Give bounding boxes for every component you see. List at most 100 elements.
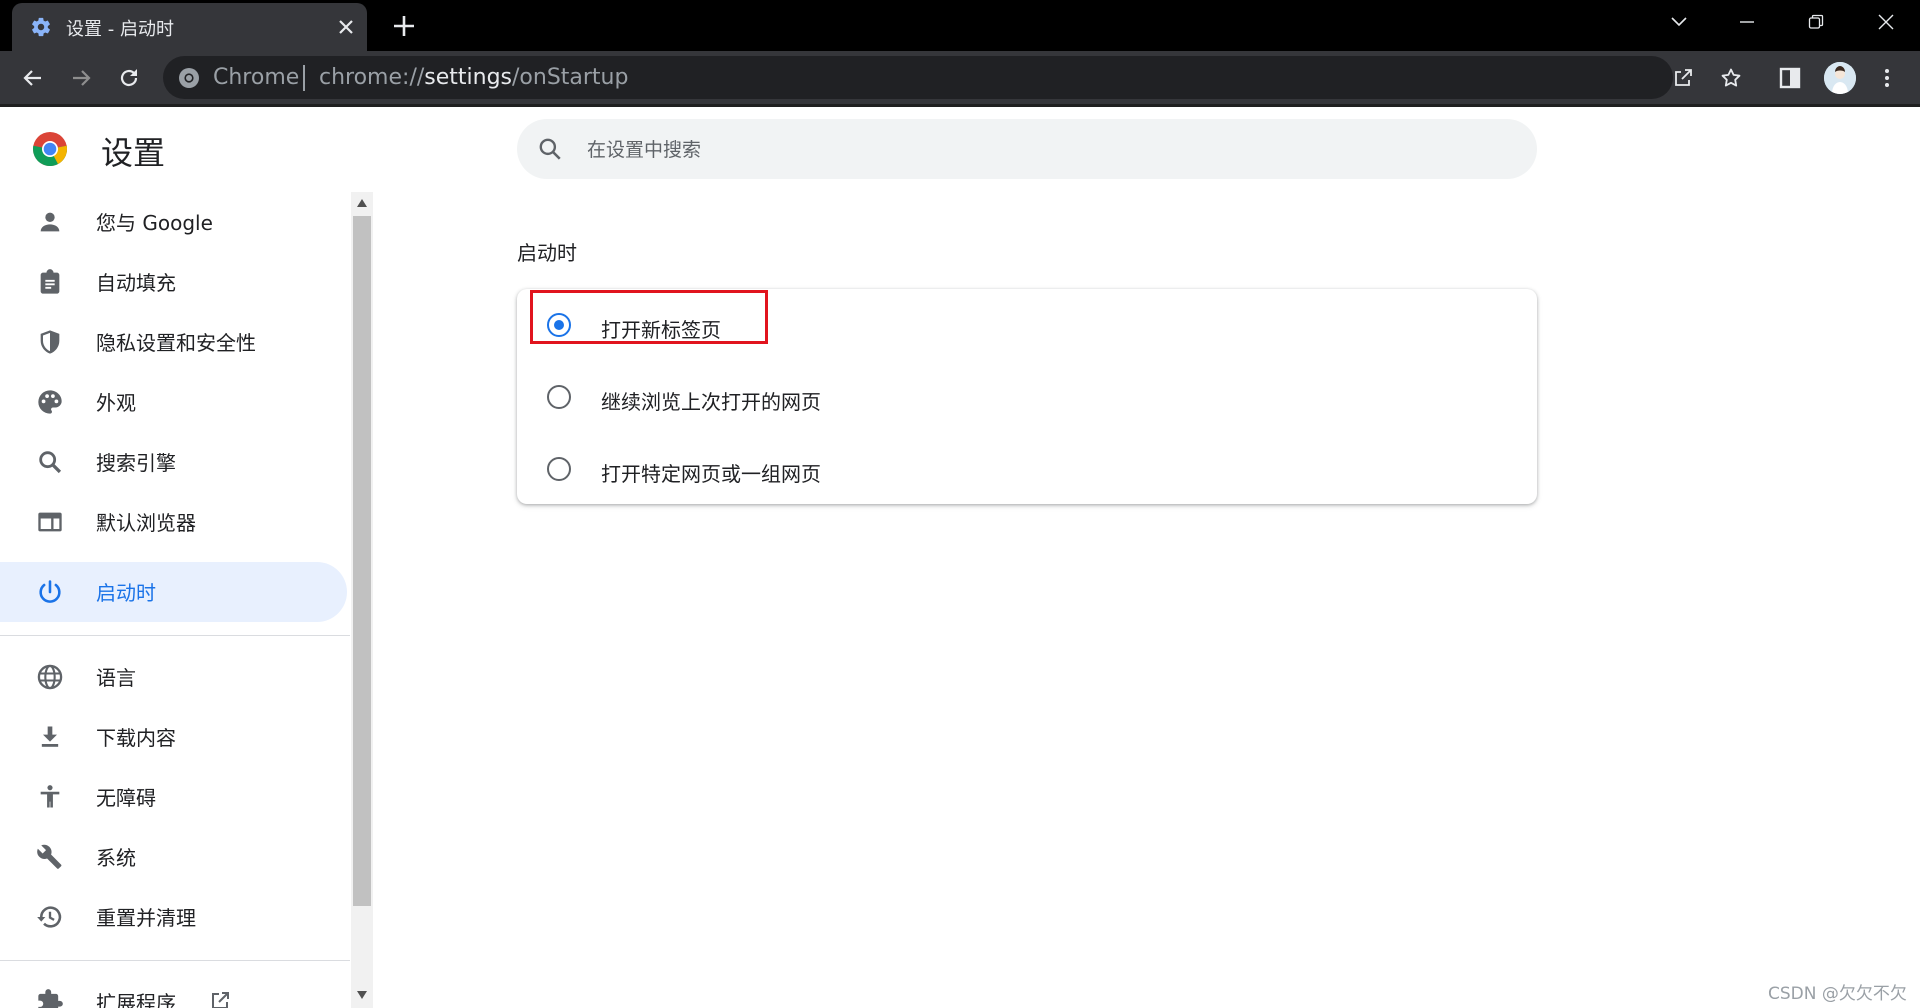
radio-label: 打开特定网页或一组网页: [601, 462, 821, 486]
sidebar-item-privacy[interactable]: 隐私设置和安全性: [0, 312, 347, 372]
sidebar-item-label: 搜索引擎: [96, 451, 176, 475]
star-icon: [1721, 68, 1741, 87]
reload-icon: [120, 69, 138, 87]
avatar-image-icon: [1824, 62, 1856, 94]
sidebar-item-label: 您与 Google: [96, 211, 213, 235]
clipboard-icon: [40, 269, 60, 294]
section-title: 启动时: [517, 241, 577, 265]
close-tab-icon[interactable]: [334, 15, 358, 39]
address-bar[interactable]: Chrome chrome://settings/onStartup: [163, 56, 1673, 99]
sidebar-item-label: 默认浏览器: [96, 511, 196, 535]
forward-button[interactable]: [68, 65, 94, 91]
sidebar-item-label: 自动填充: [96, 271, 176, 295]
sidebar-item-search-engine[interactable]: 搜索引擎: [0, 432, 347, 492]
radio-button[interactable]: [547, 457, 571, 481]
tab-search-button[interactable]: [1645, 0, 1713, 44]
close-icon: [1878, 14, 1894, 30]
sidebar-scrollbar[interactable]: [351, 192, 373, 1008]
power-icon: [39, 580, 61, 603]
more-vert-icon: [1885, 69, 1889, 87]
side-panel-button[interactable]: [1777, 65, 1803, 91]
chevron-down-icon: [1671, 17, 1687, 27]
sidebar-item-accessibility[interactable]: 无障碍: [0, 767, 347, 827]
puzzle-icon: [38, 989, 63, 1008]
active-tab[interactable]: 设置 - 启动时: [12, 3, 367, 51]
settings-gear-icon: [32, 17, 50, 37]
url-text[interactable]: chrome://settings/onStartup: [319, 65, 628, 90]
sidebar-item-label: 重置并清理: [96, 906, 196, 930]
sidebar-item-label: 隐私设置和安全性: [96, 331, 256, 355]
back-button[interactable]: [20, 65, 46, 91]
chrome-site-icon: [179, 68, 199, 88]
red-highlight-annotation: [530, 290, 768, 344]
sidebar-divider: [0, 635, 350, 636]
palette-icon: [38, 390, 62, 414]
new-tab-button[interactable]: [387, 9, 421, 43]
sidebar-item-extensions[interactable]: 扩展程序: [0, 972, 347, 1008]
sidebar-item-appearance[interactable]: 外观: [0, 372, 347, 432]
scroll-up-arrow-icon[interactable]: [356, 198, 368, 208]
globe-icon: [37, 664, 63, 690]
page-title: 设置: [101, 134, 166, 172]
profile-avatar[interactable]: [1824, 62, 1856, 94]
sidebar-item-label: 语言: [96, 666, 136, 690]
side-panel-icon: [1779, 67, 1801, 89]
minimize-button[interactable]: [1713, 0, 1781, 44]
restore-button[interactable]: [1782, 0, 1850, 44]
omnibox-divider: [303, 65, 305, 91]
scrollbar-thumb[interactable]: [353, 216, 371, 906]
tab-title: 设置 - 启动时: [66, 19, 174, 40]
shield-icon: [40, 330, 60, 354]
sidebar-item-default-browser[interactable]: 默认浏览器: [0, 492, 347, 552]
browser-window-icon: [38, 512, 62, 532]
startup-option-specific-pages[interactable]: 打开特定网页或一组网页: [517, 438, 1537, 502]
url-path: /onStartup: [512, 65, 629, 90]
sidebar-item-label: 无障碍: [96, 786, 156, 810]
accessibility-icon: [40, 785, 60, 808]
sidebar-item-label: 下载内容: [96, 726, 176, 750]
radio-button[interactable]: [547, 385, 571, 409]
browser-toolbar: Chrome chrome://settings/onStartup: [0, 51, 1920, 104]
sidebar-item-label: 系统: [96, 846, 136, 870]
sidebar-item-languages[interactable]: 语言: [0, 647, 347, 707]
sidebar-item-system[interactable]: 系统: [0, 827, 347, 887]
search-icon: [39, 451, 62, 474]
sidebar-divider: [0, 960, 350, 961]
arrow-left-icon: [23, 70, 41, 86]
chrome-logo-icon: [32, 132, 68, 167]
settings-search[interactable]: [517, 119, 1537, 181]
share-button[interactable]: [1670, 65, 1696, 91]
share-icon: [1675, 69, 1692, 86]
search-input[interactable]: [585, 119, 1489, 181]
scroll-down-arrow-icon[interactable]: [356, 990, 368, 1000]
url-scheme: chrome://: [319, 65, 425, 90]
radio-label: 继续浏览上次打开的网页: [601, 390, 821, 414]
person-icon: [40, 212, 60, 232]
site-chip-label: Chrome: [213, 65, 300, 90]
url-host: settings: [424, 65, 512, 90]
download-icon: [41, 726, 59, 747]
settings-sidebar: 您与 Google 自动填充 隐私设置和安全性 外观 搜索引擎 默认浏览器 启动…: [0, 192, 350, 1008]
watermark: CSDN @欠欠不欠: [1768, 984, 1907, 1004]
sidebar-item-downloads[interactable]: 下载内容: [0, 707, 347, 767]
chrome-menu-button[interactable]: [1874, 65, 1900, 91]
wrench-icon: [37, 844, 62, 869]
history-icon: [37, 906, 62, 928]
reload-button[interactable]: [116, 65, 142, 91]
bookmark-button[interactable]: [1718, 65, 1744, 91]
sidebar-item-label: 启动时: [96, 581, 156, 605]
toolbar-border: [0, 104, 1920, 107]
sidebar-item-on-startup[interactable]: 启动时: [0, 562, 347, 622]
open-in-new-icon: [212, 992, 229, 1008]
arrow-right-icon: [73, 70, 91, 86]
sidebar-item-reset[interactable]: 重置并清理: [0, 887, 347, 947]
sidebar-item-autofill[interactable]: 自动填充: [0, 252, 347, 312]
sidebar-item-you-and-google[interactable]: 您与 Google: [0, 192, 347, 252]
sidebar-item-label: 扩展程序: [96, 991, 176, 1008]
search-icon: [539, 138, 561, 160]
startup-option-continue[interactable]: 继续浏览上次打开的网页: [517, 366, 1537, 430]
minimize-icon: [1740, 21, 1754, 23]
sidebar-item-label: 外观: [96, 391, 136, 415]
close-window-button[interactable]: [1852, 0, 1920, 44]
restore-icon: [1808, 14, 1824, 29]
